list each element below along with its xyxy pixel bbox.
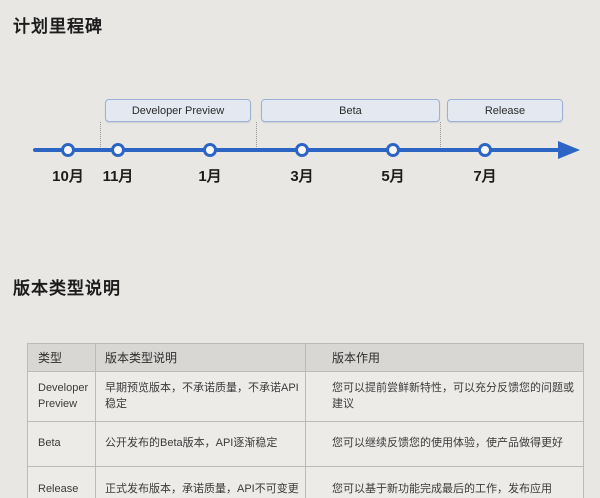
- table-header-row: 类型 版本类型说明 版本作用: [28, 344, 584, 372]
- phase-connector-dotted-line: [100, 122, 101, 147]
- timeline-dot-oct: [61, 143, 75, 157]
- month-label-nov: 11月: [88, 165, 148, 186]
- phase-box-release: Release: [447, 99, 563, 122]
- phase-box-developer-preview: Developer Preview: [105, 99, 251, 122]
- phase-label-release: Release: [485, 105, 525, 117]
- cell-type: Release: [28, 467, 96, 498]
- phase-box-beta: Beta: [261, 99, 440, 122]
- cell-description: 正式发布版本，承诺质量，API不可变更: [96, 467, 306, 498]
- page: 计划里程碑 Developer Preview Beta Release 10月…: [0, 0, 600, 498]
- month-label-mar: 3月: [272, 165, 332, 186]
- timeline-dot-may: [386, 143, 400, 157]
- versions-title: 版本类型说明: [13, 274, 121, 299]
- cell-type: Beta: [28, 422, 96, 467]
- month-label-jul: 7月: [455, 165, 515, 186]
- timeline-dot-jan: [203, 143, 217, 157]
- milestones-title: 计划里程碑: [13, 12, 103, 37]
- header-type: 类型: [28, 344, 96, 372]
- timeline-dot-mar: [295, 143, 309, 157]
- month-label-may: 5月: [363, 165, 423, 186]
- timeline-arrowhead-icon: [558, 141, 580, 159]
- cell-type: Developer Preview: [28, 372, 96, 422]
- phase-label-developer-preview: Developer Preview: [132, 105, 224, 117]
- cell-description: 公开发布的Beta版本，API逐渐稳定: [96, 422, 306, 467]
- phase-connector-dotted-line: [440, 122, 441, 147]
- table-row: Developer Preview 早期预览版本，不承诺质量，不承诺API稳定 …: [28, 372, 584, 422]
- table-row: Release 正式发布版本，承诺质量，API不可变更 您可以基于新功能完成最后…: [28, 467, 584, 498]
- cell-role: 您可以提前尝鲜新特性，可以充分反馈您的问题或建议: [306, 372, 584, 422]
- timeline-dot-nov: [111, 143, 125, 157]
- month-label-jan: 1月: [180, 165, 240, 186]
- phase-connector-dotted-line: [256, 122, 257, 147]
- cell-role: 您可以基于新功能完成最后的工作，发布应用: [306, 467, 584, 498]
- header-description: 版本类型说明: [96, 344, 306, 372]
- timeline-dot-jul: [478, 143, 492, 157]
- cell-description: 早期预览版本，不承诺质量，不承诺API稳定: [96, 372, 306, 422]
- header-role: 版本作用: [306, 344, 584, 372]
- cell-role: 您可以继续反馈您的使用体验，使产品做得更好: [306, 422, 584, 467]
- version-type-table: 类型 版本类型说明 版本作用 Developer Preview 早期预览版本，…: [27, 343, 584, 498]
- phase-label-beta: Beta: [339, 105, 362, 117]
- table-row: Beta 公开发布的Beta版本，API逐渐稳定 您可以继续反馈您的使用体验，使…: [28, 422, 584, 467]
